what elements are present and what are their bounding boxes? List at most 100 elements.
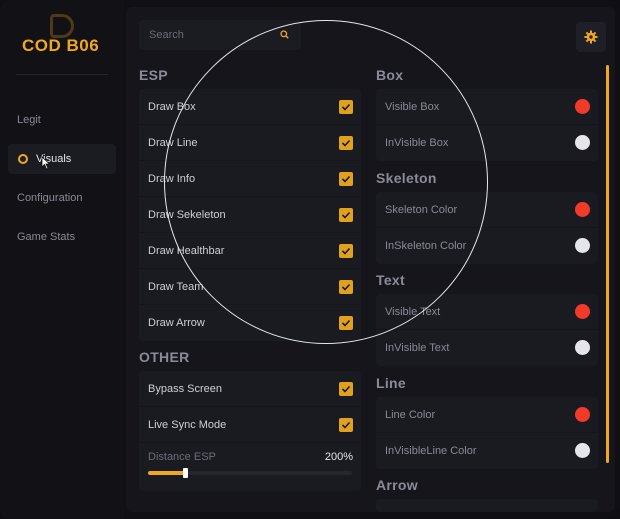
distance-esp-row: Distance ESP 200%	[139, 443, 361, 487]
box-color-row[interactable]: InVisible Box	[376, 125, 598, 161]
sidebar: COD B06 Legit Visuals Configuration Game…	[0, 0, 124, 519]
option-label: Draw Team	[148, 281, 204, 293]
section-title-text: Text	[376, 272, 405, 288]
check-icon	[341, 211, 351, 219]
slider-thumb[interactable]	[182, 468, 188, 478]
esp-option-row[interactable]: Draw Box	[139, 89, 361, 125]
check-icon	[341, 385, 351, 393]
skeleton-color-swatch[interactable]	[575, 202, 590, 217]
option-label: Line Color	[385, 409, 436, 421]
draw-info-checkbox[interactable]	[339, 172, 353, 186]
bypass-screen-checkbox[interactable]	[339, 382, 353, 396]
visible-text-color-swatch[interactable]	[575, 304, 590, 319]
active-dot-icon	[18, 154, 28, 164]
option-label: InVisible Text	[385, 342, 450, 354]
invisible-line-color-swatch[interactable]	[575, 443, 590, 458]
sidebar-item-label: Configuration	[17, 192, 83, 204]
settings-button[interactable]	[576, 22, 606, 52]
draw-line-checkbox[interactable]	[339, 136, 353, 150]
sidebar-item-legit[interactable]: Legit	[8, 105, 116, 135]
skeleton-group: Skeleton Color InSkeleton Color	[376, 192, 598, 264]
other-option-row[interactable]: Bypass Screen	[139, 371, 361, 407]
distance-esp-slider[interactable]	[148, 468, 352, 478]
check-icon	[341, 283, 351, 291]
esp-option-row[interactable]: Draw Sekeleton	[139, 197, 361, 233]
text-group: Visible Text InVisible Text	[376, 294, 598, 366]
divider	[16, 74, 108, 75]
sidebar-item-game-stats[interactable]: Game Stats	[8, 222, 116, 252]
slider-value: 200%	[324, 451, 353, 463]
line-color-row[interactable]: InVisibleLine Color	[376, 433, 598, 469]
option-label: InVisibleLine Color	[385, 445, 477, 457]
invisible-text-color-swatch[interactable]	[575, 340, 590, 355]
option-label: Visible Text	[385, 306, 441, 318]
esp-option-row[interactable]: Draw Line	[139, 125, 361, 161]
section-title-line: Line	[376, 375, 406, 391]
section-title-other: OTHER	[139, 349, 190, 365]
invisible-box-color-swatch[interactable]	[575, 135, 590, 150]
option-label: Visible Box	[385, 101, 440, 113]
option-label: Draw Info	[148, 173, 196, 185]
logo: COD B06	[22, 14, 112, 58]
section-title-skeleton: Skeleton	[376, 170, 437, 186]
search-input[interactable]: Search	[139, 20, 301, 50]
sidebar-item-configuration[interactable]: Configuration	[8, 183, 116, 213]
esp-option-row[interactable]: Draw Arrow	[139, 305, 361, 341]
mouse-cursor-icon	[41, 156, 51, 170]
inskeleton-color-swatch[interactable]	[575, 238, 590, 253]
search-icon	[280, 30, 289, 39]
option-label: Draw Line	[148, 137, 198, 149]
option-label: Draw Box	[148, 101, 196, 113]
esp-option-row[interactable]: Draw Healthbar	[139, 233, 361, 269]
text-color-row[interactable]: Visible Text	[376, 294, 598, 330]
check-icon	[341, 421, 351, 429]
esp-option-row[interactable]: Draw Info	[139, 161, 361, 197]
option-label: InSkeleton Color	[385, 240, 467, 252]
visible-box-color-swatch[interactable]	[575, 99, 590, 114]
draw-team-checkbox[interactable]	[339, 280, 353, 294]
option-label: Draw Healthbar	[148, 245, 225, 257]
slider-label: Distance ESP	[148, 451, 216, 463]
esp-group: Draw Box Draw Line Draw Info Draw Sekele…	[139, 89, 361, 341]
section-title-esp: ESP	[139, 67, 168, 83]
check-icon	[341, 139, 351, 147]
draw-skeleton-checkbox[interactable]	[339, 208, 353, 222]
sidebar-item-label: Game Stats	[17, 231, 76, 243]
logo-mark-icon	[50, 14, 74, 38]
option-label: InVisible Box	[385, 137, 449, 149]
line-color-swatch[interactable]	[575, 407, 590, 422]
other-option-row[interactable]: Live Sync Mode	[139, 407, 361, 443]
check-icon	[341, 247, 351, 255]
slider-fill	[148, 471, 185, 475]
draw-box-checkbox[interactable]	[339, 100, 353, 114]
esp-option-row[interactable]: Draw Team	[139, 269, 361, 305]
gear-icon	[584, 30, 598, 44]
line-group: Line Color InVisibleLine Color	[376, 397, 598, 469]
arrow-group	[376, 499, 598, 512]
search-placeholder: Search	[149, 29, 184, 41]
sidebar-item-visuals[interactable]: Visuals	[8, 144, 116, 174]
option-label: Bypass Screen	[148, 383, 222, 395]
skeleton-color-row[interactable]: Skeleton Color	[376, 192, 598, 228]
draw-healthbar-checkbox[interactable]	[339, 244, 353, 258]
option-label: Skeleton Color	[385, 204, 458, 216]
option-label: Live Sync Mode	[148, 419, 227, 431]
draw-arrow-checkbox[interactable]	[339, 316, 353, 330]
box-group: Visible Box InVisible Box	[376, 89, 598, 161]
check-icon	[341, 103, 351, 111]
other-group: Bypass Screen Live Sync Mode Distance ES…	[139, 371, 361, 491]
text-color-row[interactable]: InVisible Text	[376, 330, 598, 366]
box-color-row[interactable]: Visible Box	[376, 89, 598, 125]
skeleton-color-row[interactable]: InSkeleton Color	[376, 228, 598, 264]
sidebar-item-label: Legit	[17, 114, 41, 126]
sidebar-nav: Legit Visuals Configuration Game Stats	[8, 105, 116, 261]
section-title-arrow: Arrow	[376, 477, 418, 493]
live-sync-mode-checkbox[interactable]	[339, 418, 353, 432]
line-color-row[interactable]: Line Color	[376, 397, 598, 433]
check-icon	[341, 319, 351, 327]
check-icon	[341, 175, 351, 183]
logo-text: COD B06	[22, 36, 100, 55]
option-label: Draw Sekeleton	[148, 209, 226, 221]
scrollbar[interactable]	[606, 65, 609, 463]
main-panel: Search ESP Draw Box Draw Line Draw Info …	[126, 7, 615, 512]
